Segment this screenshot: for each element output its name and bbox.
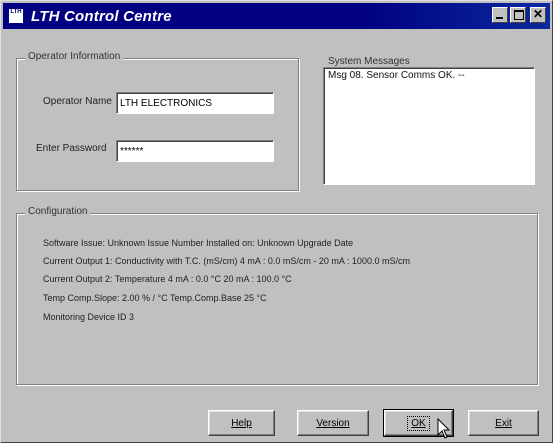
configuration-label: Configuration: [25, 206, 91, 217]
current-output-1-line: Current Output 1: Conductivity with T.C.…: [43, 256, 410, 266]
help-button[interactable]: Help: [208, 410, 275, 436]
mouse-pointer-icon: [437, 418, 451, 439]
exit-button[interactable]: Exit: [468, 410, 539, 436]
current-output-2-line: Current Output 2: Temperature 4 mA : 0.0…: [43, 274, 292, 284]
operator-information-group: Operator Information: [16, 51, 299, 191]
version-button[interactable]: Version: [297, 410, 369, 436]
system-message: Msg 08. Sensor Comms OK. --: [328, 70, 465, 81]
version-button-label: Version: [316, 417, 350, 429]
title-bar[interactable]: LTH LTH Control Centre ✕: [3, 3, 550, 29]
maximize-button[interactable]: [510, 7, 526, 23]
ok-button-label: OK: [407, 415, 430, 431]
close-button[interactable]: ✕: [530, 7, 546, 23]
help-button-label: Help: [231, 417, 252, 429]
title-bar-controls: ✕: [490, 7, 546, 23]
minimize-button[interactable]: [492, 7, 508, 23]
monitoring-device-line: Monitoring Device ID 3: [43, 312, 135, 322]
app-icon[interactable]: LTH: [8, 8, 24, 24]
system-messages-label: System Messages: [328, 56, 410, 67]
temp-comp-line: Temp Comp.Slope: 2.00 % / °C Temp.Comp.B…: [43, 293, 267, 303]
window-title: LTH Control Centre: [31, 7, 172, 25]
password-label: Enter Password: [36, 143, 107, 154]
operator-information-label: Operator Information: [25, 51, 124, 62]
exit-button-label: Exit: [495, 417, 512, 429]
operator-name-field[interactable]: [116, 92, 274, 114]
operator-name-label: Operator Name: [43, 96, 112, 107]
main-window: LTH LTH Control Centre ✕ Operator Inform…: [0, 0, 553, 443]
software-issue-line: Software Issue: Unknown Issue Number Ins…: [43, 238, 354, 248]
password-field[interactable]: [116, 140, 274, 162]
system-messages-list[interactable]: Msg 08. Sensor Comms OK. --: [323, 67, 535, 185]
